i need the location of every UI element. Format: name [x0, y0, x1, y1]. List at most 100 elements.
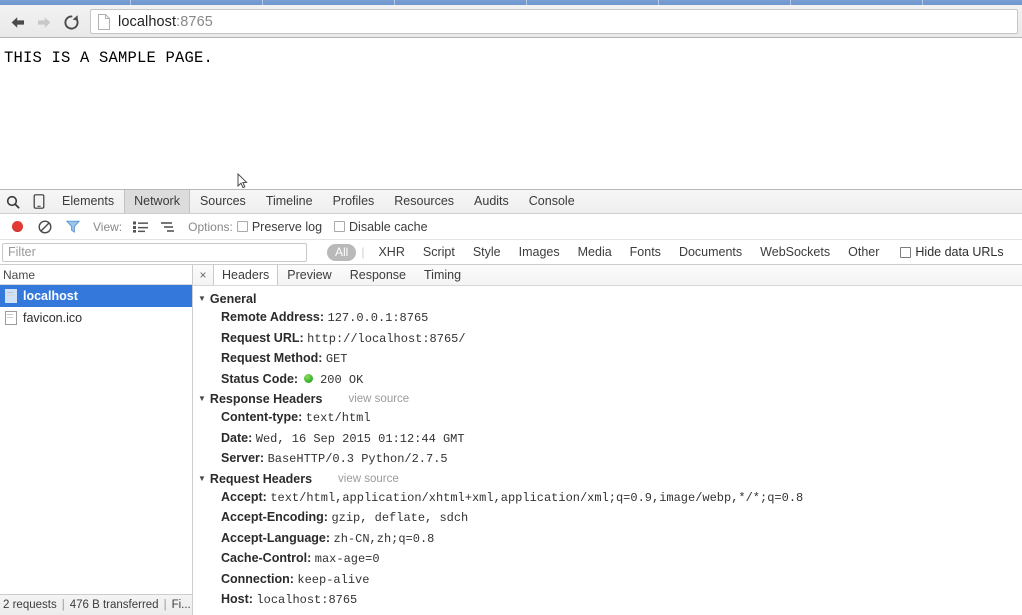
request-name: localhost	[23, 289, 78, 303]
header-row: User-Agent: Mozilla/5.0 (Windows NT 6.1;…	[193, 611, 1022, 615]
request-detail-pane: × Headers Preview Response Timing ▼ Gene…	[193, 265, 1022, 615]
tab-sources[interactable]: Sources	[190, 190, 256, 213]
header-row: Remote Address: 127.0.0.1:8765	[193, 308, 1022, 329]
checkbox-box	[236, 221, 248, 232]
view-source-link[interactable]: view source	[338, 473, 399, 485]
filter-type-style[interactable]: Style	[473, 245, 501, 259]
header-value: text/html	[305, 411, 371, 425]
section-general-header[interactable]: ▼ General	[193, 290, 1022, 308]
chevron-down-icon: ▼	[198, 394, 206, 403]
forward-arrow-icon[interactable]	[31, 9, 57, 35]
preserve-log-label: Preserve log	[251, 219, 323, 234]
view-timeline-icon	[161, 221, 175, 232]
view-timeline-button[interactable]	[154, 215, 182, 239]
tab-audits[interactable]: Audits	[464, 190, 519, 213]
network-status-bar: 2 requests | 476 B transferred | Fi...	[0, 594, 192, 615]
request-list: localhost favicon.ico	[0, 285, 192, 594]
devtools-panel: Elements Network Sources Timeline Profil…	[0, 189, 1022, 615]
header-name: Content-type:	[221, 410, 303, 424]
section-title: General	[209, 292, 257, 306]
filter-type-fonts[interactable]: Fonts	[630, 245, 661, 259]
view-label: View:	[93, 219, 123, 234]
header-name: Status Code:	[221, 371, 299, 386]
request-name: favicon.ico	[23, 311, 83, 325]
filter-type-media[interactable]: Media	[578, 245, 612, 259]
section-title: Response Headers	[209, 392, 323, 406]
disable-cache-checkbox[interactable]: Disable cache	[334, 220, 428, 234]
tab-response[interactable]: Response	[341, 265, 415, 285]
header-value: max-age=0	[314, 552, 380, 566]
device-toggle-icon[interactable]	[26, 190, 52, 213]
filter-type-all[interactable]: All	[327, 243, 357, 261]
filter-toggle-button[interactable]	[59, 215, 87, 239]
headers-content: ▼ General Remote Address: 127.0.0.1:8765…	[193, 286, 1022, 615]
section-title: Request Headers	[209, 471, 313, 486]
view-source-link[interactable]: view source	[348, 393, 409, 405]
header-row: Host: localhost:8765	[193, 590, 1022, 611]
close-icon[interactable]: ×	[193, 265, 213, 285]
header-row: Status Code: 200 OK	[193, 370, 1022, 391]
view-list-button[interactable]	[126, 215, 154, 239]
filter-separator: |	[361, 245, 365, 259]
clear-icon	[38, 219, 52, 234]
tab-console[interactable]: Console	[519, 190, 585, 213]
disable-cache-label: Disable cache	[349, 219, 428, 234]
header-value: 200 OK	[320, 372, 364, 387]
header-value[interactable]: http://localhost:8765/	[307, 332, 465, 346]
document-icon	[5, 311, 17, 325]
record-button[interactable]	[3, 215, 31, 239]
section-response-headers-header[interactable]: ▼ Response Headers view source	[193, 390, 1022, 408]
tab-profiles[interactable]: Profiles	[323, 190, 385, 213]
filter-type-websockets[interactable]: WebSockets	[760, 245, 830, 259]
header-value: text/html,application/xhtml+xml,applicat…	[270, 490, 804, 505]
address-bar[interactable]: localhost:8765	[90, 9, 1018, 34]
detail-tabbar: × Headers Preview Response Timing	[193, 265, 1022, 286]
tab-preview[interactable]: Preview	[278, 265, 340, 285]
tab-resources[interactable]: Resources	[384, 190, 464, 213]
reload-icon[interactable]	[58, 9, 84, 35]
hide-data-urls-checkbox[interactable]: Hide data URLs	[900, 245, 1004, 259]
hide-data-urls-label: Hide data URLs	[915, 245, 1004, 259]
section-request-headers-header[interactable]: ▼ Request Headers view source	[193, 470, 1022, 488]
header-value: gzip, deflate, sdch	[331, 511, 469, 525]
table-row[interactable]: favicon.ico	[0, 307, 192, 329]
options-label: Options:	[188, 219, 233, 234]
filter-type-xhr[interactable]: XHR	[378, 245, 404, 259]
header-name: Host:	[221, 592, 253, 606]
back-arrow-icon[interactable]	[4, 9, 30, 35]
filter-type-script[interactable]: Script	[423, 245, 455, 259]
filter-type-images[interactable]: Images	[519, 245, 560, 259]
tab-timeline[interactable]: Timeline	[256, 190, 323, 213]
filter-type-documents[interactable]: Documents	[679, 245, 742, 259]
header-row: Content-type: text/html	[193, 408, 1022, 429]
header-row: Request Method: GET	[193, 349, 1022, 370]
header-row: Date: Wed, 16 Sep 2015 01:12:44 GMT	[193, 429, 1022, 450]
preserve-log-checkbox[interactable]: Preserve log	[236, 219, 323, 234]
search-icon[interactable]	[0, 190, 26, 213]
header-value: zh-CN,zh;q=0.8	[333, 531, 435, 546]
browser-toolbar: localhost:8765	[0, 5, 1022, 38]
header-value: GET	[325, 352, 348, 366]
page-body-text: THIS IS A SAMPLE PAGE.	[4, 49, 214, 67]
header-name: Server:	[221, 451, 265, 465]
header-name: Connection:	[221, 571, 294, 586]
filter-input[interactable]: Filter	[2, 242, 307, 262]
filter-type-other[interactable]: Other	[848, 245, 879, 259]
header-value: 127.0.0.1:8765	[327, 311, 429, 325]
header-name: Accept-Encoding:	[221, 510, 328, 524]
tab-network[interactable]: Network	[124, 190, 190, 213]
view-list-icon	[132, 221, 148, 233]
address-host: localhost	[118, 13, 177, 30]
network-body: Name localhost favicon.ico 2 requests | …	[0, 265, 1022, 615]
header-value: keep-alive	[297, 572, 370, 587]
status-finish: Fi...	[171, 599, 191, 611]
tab-headers[interactable]: Headers	[213, 265, 279, 285]
table-row[interactable]: localhost	[0, 285, 192, 307]
clear-button[interactable]	[31, 215, 59, 239]
header-name: Accept:	[221, 489, 267, 504]
address-port: :8765	[176, 13, 213, 30]
funnel-icon	[66, 220, 80, 233]
tab-elements[interactable]: Elements	[52, 190, 124, 213]
tab-timing[interactable]: Timing	[415, 265, 470, 285]
header-row: Server: BaseHTTP/0.3 Python/2.7.5	[193, 449, 1022, 470]
